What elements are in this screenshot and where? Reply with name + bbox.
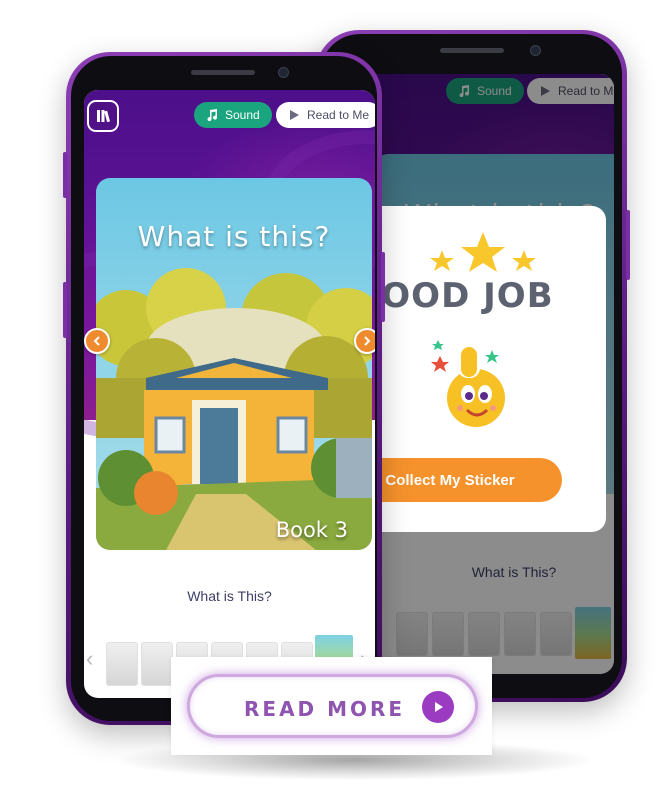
sound-label: Sound: [225, 108, 260, 122]
read-more-card: READ MORE: [171, 657, 492, 755]
chevron-left-icon: [93, 336, 100, 346]
book-cover[interactable]: What is this? Book 3: [96, 178, 372, 550]
read-to-me-label: Read to Me: [307, 108, 370, 122]
read-more-label: READ MORE: [244, 697, 406, 721]
page-thumbnail[interactable]: [141, 642, 173, 686]
play-icon: [422, 691, 454, 723]
next-page-button[interactable]: [354, 328, 375, 354]
page-thumbnail[interactable]: [106, 642, 138, 686]
book-caption: What is This?: [187, 588, 272, 604]
cover-title: What is this?: [137, 220, 331, 253]
front-phone: Sound Read to Me What is this? Book 3 Wh…: [63, 52, 385, 725]
front-phone-screen: Sound Read to Me What is this? Book 3 Wh…: [84, 90, 375, 698]
previous-page-button[interactable]: [84, 328, 110, 354]
library-icon: [97, 110, 110, 123]
read-to-me-button[interactable]: Read to Me: [276, 102, 375, 128]
reward-modal: GOOD JOB Collect My Sticker: [338, 206, 606, 532]
play-icon: [290, 110, 299, 120]
chevron-right-icon: [364, 336, 371, 346]
read-more-button[interactable]: READ MORE: [187, 674, 478, 738]
book-number-label: Book 3: [275, 518, 348, 542]
stars-icon: [430, 232, 536, 272]
music-note-icon: [207, 109, 218, 121]
library-button[interactable]: [87, 100, 119, 132]
sound-toggle[interactable]: Sound: [194, 102, 272, 128]
sticker-mascot-icon: [431, 340, 510, 432]
chevron-left-icon[interactable]: ‹: [86, 646, 93, 672]
